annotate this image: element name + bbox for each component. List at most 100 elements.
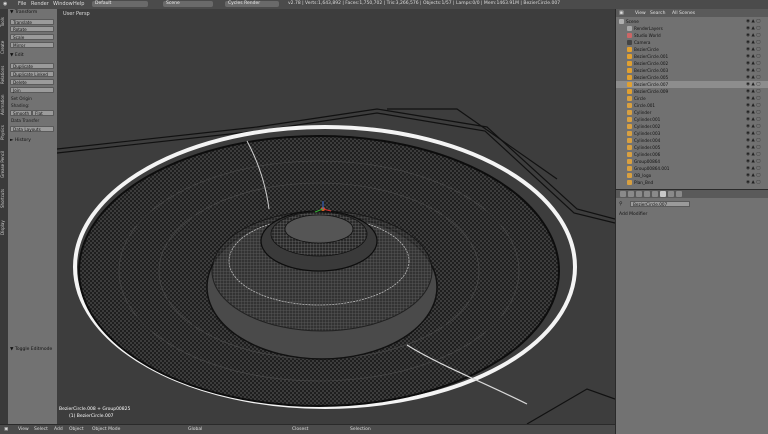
visibility-eye-icon[interactable]: ◉ ▲ ▢: [746, 158, 761, 165]
delete-button[interactable]: Delete: [10, 79, 54, 85]
menu-render[interactable]: Render: [31, 1, 49, 7]
outliner-row[interactable]: Cylinder.002 ◉ ▲ ▢: [616, 123, 768, 130]
visibility-eye-icon[interactable]: ◉ ▲ ▢: [746, 123, 761, 130]
visibility-eye-icon[interactable]: ◉ ▲ ▢: [746, 179, 761, 186]
outliner-row[interactable]: Scene ◉ ▲ ▢: [616, 18, 768, 25]
scale-button[interactable]: Scale: [10, 34, 54, 40]
visibility-eye-icon[interactable]: ◉ ▲ ▢: [746, 165, 761, 172]
tab-tools[interactable]: Tools: [0, 11, 8, 33]
smooth-button[interactable]: Smooth: [10, 110, 32, 116]
outliner-row[interactable]: Cylinder.003 ◉ ▲ ▢: [616, 130, 768, 137]
visibility-eye-icon[interactable]: ◉ ▲ ▢: [746, 67, 761, 74]
outliner-row[interactable]: Group00864 ◉ ▲ ▢: [616, 158, 768, 165]
visibility-eye-icon[interactable]: ◉ ▲ ▢: [746, 74, 761, 81]
blender-logo-icon[interactable]: ◉: [3, 1, 7, 7]
outliner-row[interactable]: BezierCircle ◉ ▲ ▢: [616, 46, 768, 53]
world-tab-icon[interactable]: [644, 191, 650, 197]
outliner-row[interactable]: BezierCircle.002 ◉ ▲ ▢: [616, 60, 768, 67]
outliner-view-menu[interactable]: View: [635, 11, 646, 16]
visibility-eye-icon[interactable]: ◉ ▲ ▢: [746, 116, 761, 123]
render-engine-selector[interactable]: Cycles Render: [225, 1, 279, 7]
join-button[interactable]: Join: [10, 87, 54, 93]
outliner-row[interactable]: BezierCircle.007 ◉ ▲ ▢: [616, 81, 768, 88]
translate-button[interactable]: Translate: [10, 19, 54, 25]
layout-selector[interactable]: Default: [92, 1, 148, 7]
visibility-eye-icon[interactable]: ◉ ▲ ▢: [746, 32, 761, 39]
mode-selector[interactable]: Object Mode: [92, 427, 120, 432]
visibility-eye-icon[interactable]: ◉ ▲ ▢: [746, 151, 761, 158]
set-origin-button[interactable]: Set Origin: [11, 96, 32, 101]
duplicate-linked-button[interactable]: Duplicate Linked: [10, 71, 54, 77]
outliner-row[interactable]: BezierCircle.003 ◉ ▲ ▢: [616, 67, 768, 74]
outliner-row[interactable]: Group00864.001 ◉ ▲ ▢: [616, 165, 768, 172]
data-transfer-button[interactable]: Data Transfer: [11, 118, 39, 123]
layers-tab-icon[interactable]: [628, 191, 634, 197]
editor-type-icon[interactable]: ▣: [4, 427, 8, 432]
tab-display[interactable]: Display: [0, 215, 8, 241]
menu-object[interactable]: Object: [69, 427, 84, 432]
tab-physics[interactable]: Physics: [0, 121, 8, 145]
outliner-row[interactable]: BezierCircle.005 ◉ ▲ ▢: [616, 74, 768, 81]
menu-window[interactable]: Window: [53, 1, 73, 7]
render-tab-icon[interactable]: [620, 191, 626, 197]
visibility-eye-icon[interactable]: ◉ ▲ ▢: [746, 172, 761, 179]
menu-add[interactable]: Add: [54, 427, 63, 432]
visibility-eye-icon[interactable]: ◉ ▲ ▢: [746, 95, 761, 102]
material-tab-icon[interactable]: [676, 191, 682, 197]
outliner-search-menu[interactable]: Search: [650, 11, 665, 16]
selection-mode[interactable]: Selection: [350, 427, 371, 432]
edit-panel-header[interactable]: ▼ Edit: [10, 53, 24, 58]
outliner-row[interactable]: Circle.001 ◉ ▲ ▢: [616, 102, 768, 109]
visibility-eye-icon[interactable]: ◉ ▲ ▢: [746, 144, 761, 151]
visibility-eye-icon[interactable]: ◉ ▲ ▢: [746, 102, 761, 109]
visibility-eye-icon[interactable]: ◉ ▲ ▢: [746, 137, 761, 144]
object-name-field[interactable]: BezierCircle.007: [630, 201, 690, 207]
outliner-row[interactable]: BezierCircle.001 ◉ ▲ ▢: [616, 53, 768, 60]
rotate-button[interactable]: Rotate: [10, 26, 54, 32]
outliner-row[interactable]: Studio World ◉ ▲ ▢: [616, 32, 768, 39]
outliner-row[interactable]: BezierCircle.009 ◉ ▲ ▢: [616, 88, 768, 95]
outliner-display-mode[interactable]: All Scenes: [672, 11, 695, 16]
outliner-row[interactable]: Cylinder.005 ◉ ▲ ▢: [616, 144, 768, 151]
outliner-row[interactable]: Camera ◉ ▲ ▢: [616, 39, 768, 46]
object-tab-icon[interactable]: [652, 191, 658, 197]
mirror-button[interactable]: Mirror: [10, 42, 54, 48]
scene-tab-icon[interactable]: [636, 191, 642, 197]
add-modifier-button[interactable]: Add Modifier: [619, 212, 647, 217]
duplicate-button[interactable]: Duplicate: [10, 63, 54, 69]
menu-view[interactable]: View: [18, 427, 29, 432]
scene-selector[interactable]: Scene: [163, 1, 213, 7]
3d-viewport[interactable]: User Persp BezierCircle.008 + Group00825…: [57, 9, 615, 424]
data-tab-icon[interactable]: [668, 191, 674, 197]
outliner-row[interactable]: Cylinder.004 ◉ ▲ ▢: [616, 137, 768, 144]
snap-closest[interactable]: Closest: [292, 427, 308, 432]
tab-shortcuts[interactable]: Shortcuts: [0, 183, 8, 213]
visibility-eye-icon[interactable]: ◉ ▲ ▢: [746, 109, 761, 116]
outliner-row[interactable]: Cylinder.006 ◉ ▲ ▢: [616, 151, 768, 158]
outliner-row[interactable]: OB_logo ◉ ▲ ▢: [616, 172, 768, 179]
outliner-row[interactable]: Circle ◉ ▲ ▢: [616, 95, 768, 102]
history-panel-header[interactable]: ► History: [10, 138, 31, 143]
visibility-eye-icon[interactable]: ◉ ▲ ▢: [746, 25, 761, 32]
tab-relations[interactable]: Relations: [0, 61, 8, 89]
visibility-eye-icon[interactable]: ◉ ▲ ▢: [746, 130, 761, 137]
flat-button[interactable]: Flat: [32, 110, 54, 116]
menu-help[interactable]: Help: [73, 1, 84, 7]
visibility-eye-icon[interactable]: ◉ ▲ ▢: [746, 53, 761, 60]
visibility-eye-icon[interactable]: ◉ ▲ ▢: [746, 60, 761, 67]
visibility-eye-icon[interactable]: ◉ ▲ ▢: [746, 18, 761, 25]
outliner-editor-icon[interactable]: ▣: [619, 10, 624, 16]
visibility-eye-icon[interactable]: ◉ ▲ ▢: [746, 81, 761, 88]
outliner-row[interactable]: RenderLayers ◉ ▲ ▢: [616, 25, 768, 32]
transform-panel-header[interactable]: ▼ Transform: [10, 10, 37, 15]
pin-icon[interactable]: ⚲: [619, 201, 623, 207]
tab-animation[interactable]: Animation: [0, 91, 8, 119]
toggle-editmode-header[interactable]: ▼ Toggle Editmode: [10, 347, 52, 352]
menu-file[interactable]: File: [18, 1, 26, 7]
visibility-eye-icon[interactable]: ◉ ▲ ▢: [746, 88, 761, 95]
modifier-tab-icon[interactable]: [660, 191, 666, 197]
outliner-row[interactable]: Cylinder ◉ ▲ ▢: [616, 109, 768, 116]
outliner-row[interactable]: Plan_Bnd ◉ ▲ ▢: [616, 179, 768, 186]
tab-grease-pencil[interactable]: Grease Pencil: [0, 147, 8, 181]
outliner-row[interactable]: Cylinder.001 ◉ ▲ ▢: [616, 116, 768, 123]
